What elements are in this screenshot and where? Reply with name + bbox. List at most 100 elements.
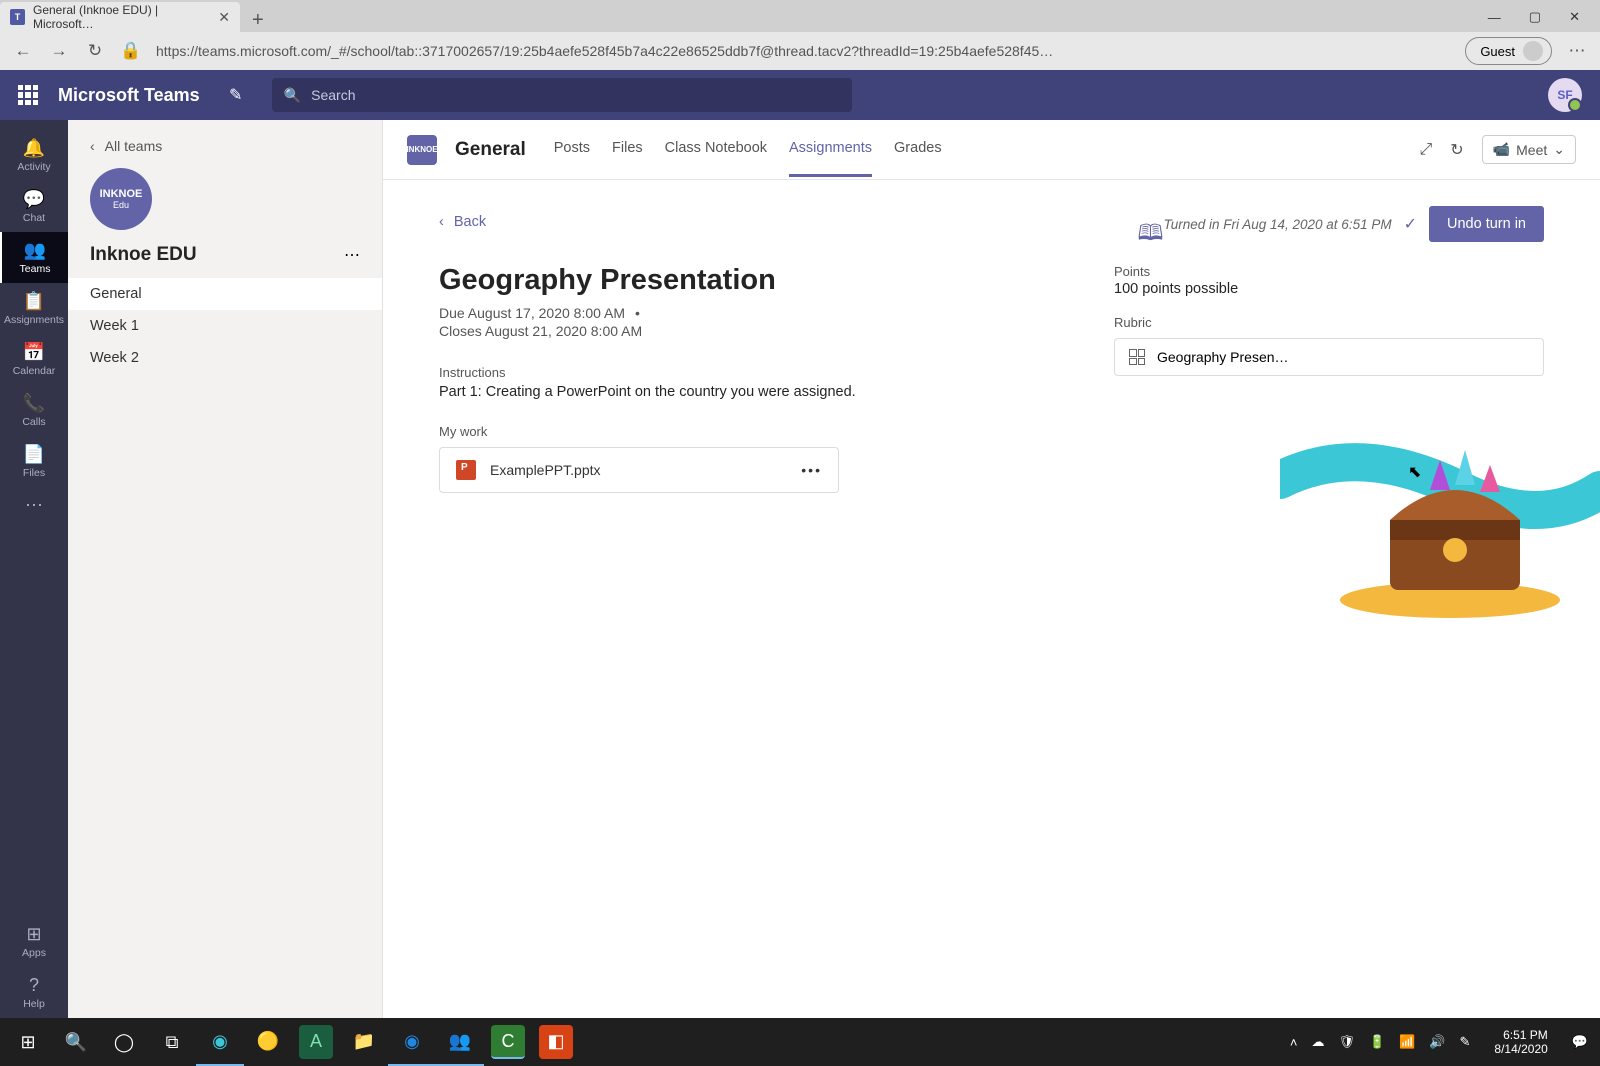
rail-calls[interactable]: 📞Calls <box>0 385 68 436</box>
channel-title: General <box>455 139 526 161</box>
app-launcher-icon[interactable] <box>18 85 38 105</box>
rail-more[interactable]: ⋯ <box>0 487 68 524</box>
tab-files[interactable]: Files <box>612 122 643 177</box>
instructions-text: Part 1: Creating a PowerPoint on the cou… <box>439 384 1114 400</box>
rail-files[interactable]: 📄Files <box>0 436 68 487</box>
tray-security-icon[interactable]: 🛡 <box>1338 1034 1355 1050</box>
taskbar-snagit[interactable]: ◧ <box>539 1025 573 1059</box>
teams-favicon: T <box>10 9 25 25</box>
channel-week1[interactable]: Week 1 <box>68 310 382 342</box>
all-teams-link[interactable]: ‹ All teams <box>68 132 382 168</box>
back-button[interactable]: ‹ Back <box>439 214 486 230</box>
profile-guest-pill[interactable]: Guest <box>1465 37 1552 65</box>
team-avatar[interactable]: INKNOE Edu <box>90 168 152 230</box>
lock-icon: 🔒 <box>120 41 142 61</box>
teams-header: Microsoft Teams ✎ 🔍 Search SF <box>0 70 1600 120</box>
team-more-icon[interactable]: ⋯ <box>344 245 360 265</box>
rubric-label: Rubric <box>1114 315 1544 330</box>
browser-refresh-icon[interactable]: ↻ <box>84 41 106 61</box>
window-minimize-icon[interactable]: — <box>1488 10 1501 25</box>
people-icon: 👥 <box>24 240 46 261</box>
browser-chrome: T General (Inknoe EDU) | Microsoft… ✕ + … <box>0 0 1600 70</box>
team-name: Inknoe EDU <box>90 244 197 266</box>
tray-pen-icon[interactable]: ✎ <box>1460 1034 1471 1050</box>
expand-icon[interactable]: ⤢ <box>1419 141 1432 159</box>
tab-title: General (Inknoe EDU) | Microsoft… <box>33 3 210 31</box>
my-work-label: My work <box>439 424 1114 439</box>
rail-help[interactable]: ?Help <box>0 967 68 1018</box>
chevron-left-icon: ‹ <box>439 214 444 230</box>
powerpoint-icon <box>456 460 476 480</box>
rail-apps[interactable]: ⊞Apps <box>0 916 68 967</box>
app-rail: 🔔Activity 💬Chat 👥Teams 📋Assignments 📅Cal… <box>0 120 68 1018</box>
tab-assignments[interactable]: Assignments <box>789 122 872 177</box>
tray-chevron-icon[interactable]: ˄ <box>1290 1035 1298 1050</box>
window-close-icon[interactable]: ✕ <box>1569 9 1580 25</box>
channel-header: INKNOE General Posts Files Class Noteboo… <box>383 120 1600 180</box>
rail-assignments[interactable]: 📋Assignments <box>0 283 68 334</box>
taskbar-search-icon[interactable]: 🔍 <box>52 1018 100 1066</box>
browser-menu-icon[interactable]: ⋯ <box>1566 41 1588 61</box>
tray-onedrive-icon[interactable]: ☁ <box>1311 1034 1324 1050</box>
windows-taskbar: ⊞ 🔍 ◯ ⧉ ◉ 🟡 A 📁 ◉ 👥 C ◧ ˄ ☁ 🛡 🔋 📶 🔊 ✎ 6:… <box>0 1018 1600 1066</box>
address-bar[interactable]: https://teams.microsoft.com/_#/school/ta… <box>156 43 1451 59</box>
tray-battery-icon[interactable]: 🔋 <box>1369 1034 1385 1050</box>
tab-class-notebook[interactable]: Class Notebook <box>665 122 767 177</box>
tray-volume-icon[interactable]: 🔊 <box>1429 1034 1445 1050</box>
close-tab-icon[interactable]: ✕ <box>218 9 230 26</box>
immersive-reader-icon[interactable]: 🕮 <box>1138 216 1164 254</box>
attached-file[interactable]: ExamplePPT.pptx ••• <box>439 447 839 493</box>
tab-posts[interactable]: Posts <box>554 122 590 177</box>
tray-notifications-icon[interactable]: 💬 <box>1572 1034 1588 1050</box>
taskbar-app-a[interactable]: A <box>299 1025 333 1059</box>
user-avatar[interactable]: SF <box>1548 78 1582 112</box>
taskbar-clock[interactable]: 6:51 PM 8/14/2020 <box>1484 1028 1557 1057</box>
taskbar-teams[interactable]: 👥 <box>436 1018 484 1066</box>
browser-forward-icon[interactable]: → <box>48 41 70 61</box>
task-view-icon[interactable]: ⧉ <box>148 1018 196 1066</box>
assignments-icon: 📋 <box>23 291 45 312</box>
window-maximize-icon[interactable]: ▢ <box>1529 9 1541 25</box>
rubric-card[interactable]: Geography Presen… <box>1114 338 1544 376</box>
file-more-icon[interactable]: ••• <box>801 462 822 478</box>
rail-calendar[interactable]: 📅Calendar <box>0 334 68 385</box>
system-tray[interactable]: ˄ ☁ 🛡 🔋 📶 🔊 ✎ 6:51 PM 8/14/2020 💬 <box>1290 1028 1596 1057</box>
reload-icon[interactable]: ↻ <box>1450 140 1463 160</box>
file-icon: 📄 <box>23 444 45 465</box>
undo-turn-in-button[interactable]: Undo turn in <box>1429 206 1544 242</box>
file-name: ExamplePPT.pptx <box>490 462 601 478</box>
rail-teams[interactable]: 👥Teams <box>0 232 68 283</box>
search-input[interactable]: 🔍 Search <box>272 78 852 112</box>
meet-button[interactable]: 📹 Meet ⌄ <box>1482 135 1576 164</box>
tray-wifi-icon[interactable]: 📶 <box>1399 1034 1415 1050</box>
search-icon: 🔍 <box>284 87 301 104</box>
channel-general[interactable]: General <box>68 278 382 310</box>
taskbar-camtasia[interactable]: C <box>491 1025 525 1059</box>
chevron-down-icon: ⌄ <box>1553 141 1565 158</box>
instructions-label: Instructions <box>439 365 1114 380</box>
taskbar-edge[interactable]: ◉ <box>196 1018 244 1066</box>
browser-tab[interactable]: T General (Inknoe EDU) | Microsoft… ✕ <box>0 2 240 32</box>
points-value: 100 points possible <box>1114 281 1544 297</box>
start-button[interactable]: ⊞ <box>4 1018 52 1066</box>
rail-chat[interactable]: 💬Chat <box>0 181 68 232</box>
teams-list-panel: ‹ All teams INKNOE Edu Inknoe EDU ⋯ Gene… <box>68 120 383 1018</box>
channel-week2[interactable]: Week 2 <box>68 342 382 374</box>
taskbar-explorer[interactable]: 📁 <box>340 1018 388 1066</box>
guest-avatar-icon <box>1523 41 1543 61</box>
taskbar-chrome[interactable]: 🟡 <box>244 1018 292 1066</box>
rail-activity[interactable]: 🔔Activity <box>0 130 68 181</box>
assignment-body: ‹ Back 🕮 Turned in Fri Aug 14, 2020 at 6… <box>383 180 1600 519</box>
chat-icon: 💬 <box>23 189 45 210</box>
turned-in-status: Turned in Fri Aug 14, 2020 at 6:51 PM <box>1163 217 1391 232</box>
chevron-left-icon: ‹ <box>90 138 95 154</box>
tab-grades[interactable]: Grades <box>894 122 942 177</box>
compose-icon[interactable]: ✎ <box>220 79 252 111</box>
phone-icon: 📞 <box>23 393 45 414</box>
closes-date: Closes August 21, 2020 8:00 AM <box>439 323 1114 339</box>
new-tab-button[interactable]: + <box>240 9 276 32</box>
cortana-icon[interactable]: ◯ <box>100 1018 148 1066</box>
check-icon: ✓ <box>1404 214 1417 234</box>
browser-back-icon[interactable]: ← <box>12 41 34 61</box>
taskbar-edge2[interactable]: ◉ <box>388 1018 436 1066</box>
